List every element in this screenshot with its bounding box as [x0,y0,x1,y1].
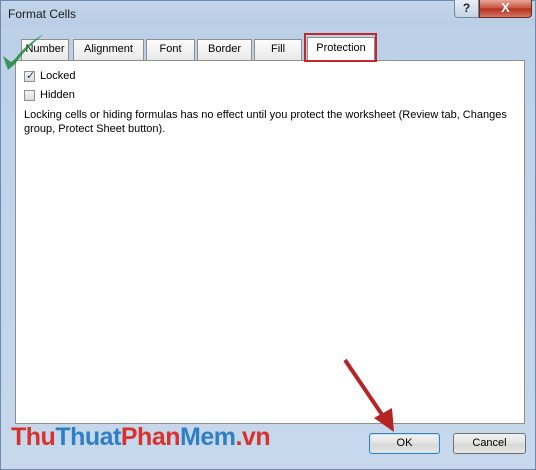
tab-alignment[interactable]: Alignment [73,39,144,60]
help-button[interactable]: ? [454,0,479,18]
dialog-title: Format Cells [8,7,77,21]
watermark-part: Mem [180,423,236,451]
tab-number[interactable]: Number [21,39,69,60]
watermark-part: .vn [235,423,271,451]
tab-fill[interactable]: Fill [254,39,302,60]
tab-font[interactable]: Font [146,39,195,60]
close-button[interactable]: X [479,0,532,18]
locked-label[interactable]: Locked [40,70,75,82]
hidden-checkbox[interactable] [24,90,35,101]
watermark-logo: ThuThuatPhanMem.vn [11,423,271,452]
tab-border[interactable]: Border [197,39,252,60]
watermark-part: Phan [120,423,181,451]
tab-protection[interactable]: Protection [307,37,375,62]
format-cells-dialog: Format Cells ? X Number Alignment Font B… [0,0,536,470]
watermark-part: Thuat [55,423,121,451]
locked-checkbox[interactable]: ✓ [24,70,36,82]
cancel-button[interactable]: Cancel [453,433,526,454]
protection-info-text: Locking cells or hiding formulas has no … [24,109,507,135]
hidden-label[interactable]: Hidden [40,89,75,101]
watermark-part: Thu [11,423,56,451]
checkmark-icon: ✓ [26,70,36,82]
ok-button[interactable]: OK [369,433,440,454]
protection-panel: ✓ Locked Hidden Locking cells or hiding … [15,60,525,424]
